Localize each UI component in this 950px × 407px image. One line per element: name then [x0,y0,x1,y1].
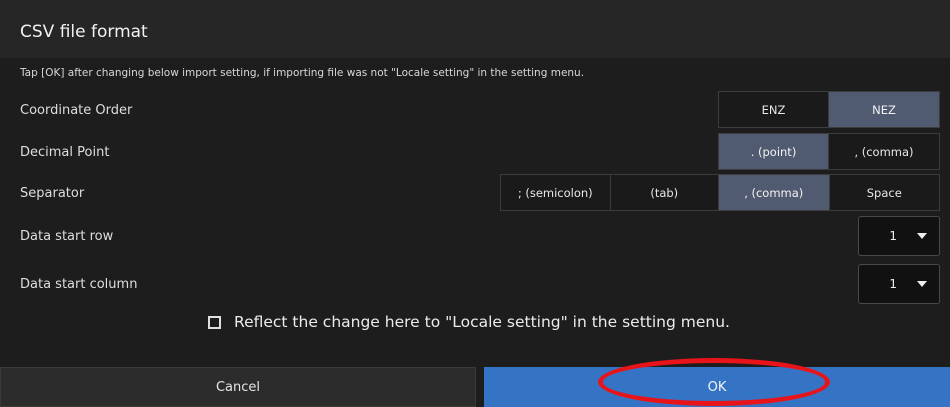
separator-option-comma[interactable]: , (comma) [719,175,830,210]
decimal-point-label: Decimal Point [20,145,110,160]
chevron-down-icon [917,281,927,287]
data-start-column-row: Data start column 1 [0,264,950,306]
separator-option-tab[interactable]: (tab) [610,175,719,210]
data-start-column-dropdown[interactable]: 1 [858,264,940,304]
separator-option-semicolon[interactable]: ; (semicolon) [501,175,611,210]
coordinate-order-row: Coordinate Order ENZ NEZ [0,90,950,132]
coordinate-order-label: Coordinate Order [20,103,133,118]
dialog-button-bar: Cancel OK [0,367,950,407]
reflect-locale-option[interactable]: Reflect the change here to "Locale setti… [208,313,730,331]
decimal-point-option-comma[interactable]: , (comma) [829,134,939,169]
decimal-point-option-point[interactable]: . (point) [719,134,829,169]
separator-option-space[interactable]: Space [829,175,939,210]
chevron-down-icon [917,233,927,239]
data-start-row-row: Data start row 1 [0,216,950,258]
decimal-point-row: Decimal Point . (point) , (comma) [0,132,950,174]
cancel-button[interactable]: Cancel [0,367,476,407]
reflect-locale-checkbox[interactable] [208,315,221,329]
separator-selector: ; (semicolon) (tab) , (comma) Space [500,174,940,211]
data-start-column-value: 1 [889,277,897,291]
separator-row: Separator ; (semicolon) (tab) , (comma) … [0,173,950,215]
data-start-row-value: 1 [889,229,897,243]
data-start-row-dropdown[interactable]: 1 [858,216,940,256]
coordinate-order-option-enz[interactable]: ENZ [719,92,829,127]
coordinate-order-option-nez[interactable]: NEZ [829,92,939,127]
data-start-column-label: Data start column [20,277,138,292]
dialog-title: CSV file format [0,0,950,58]
data-start-row-label: Data start row [20,229,114,244]
coordinate-order-selector: ENZ NEZ [718,91,940,128]
reflect-locale-label: Reflect the change here to "Locale setti… [234,313,730,331]
ok-button[interactable]: OK [484,367,950,407]
import-hint-text: Tap [OK] after changing below import set… [20,67,585,79]
separator-label: Separator [20,186,85,201]
decimal-point-selector: . (point) , (comma) [718,133,940,170]
